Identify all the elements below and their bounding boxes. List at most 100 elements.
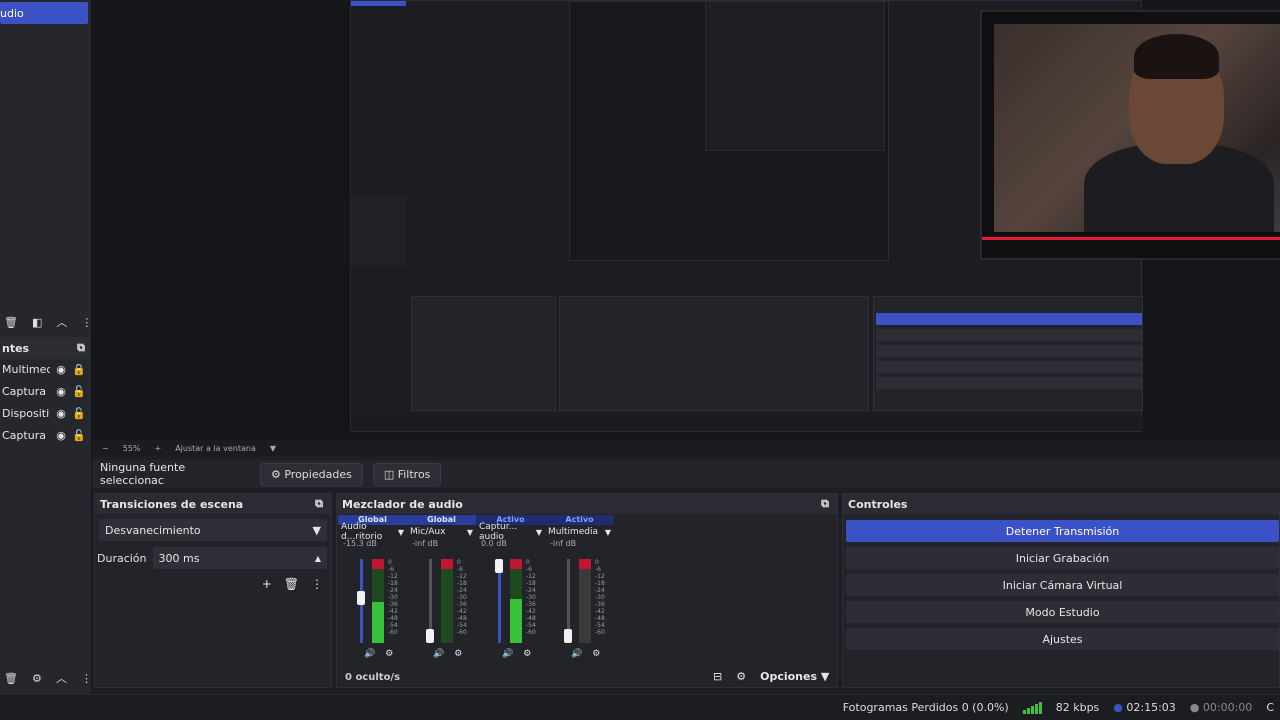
unlock-icon[interactable]: 🔓 [72,429,86,442]
transitions-dock: Transiciones de escena ⧉ Desvanecimiento… [94,493,332,688]
speaker-muted-icon[interactable]: 🔊 [571,649,582,659]
scale-tick: -18 [595,580,605,587]
trash-icon[interactable]: 🗑 [284,577,299,591]
trash-icon[interactable]: 🗑 [4,672,18,685]
mixer-channel: Activo Multimedia ▼ -inf dB 0 -6 -12 -18 -24 -30-… [545,515,614,665]
start-virtual-camera-button[interactable]: Iniciar Cámara Virtual [846,574,1279,596]
properties-button[interactable]: ⚙ Propiedades [260,462,363,486]
channel-name[interactable]: Multimedia ▼ [545,525,614,539]
options-button[interactable]: Opciones ▼ [760,670,829,683]
scale-tick: -24 [457,587,467,594]
sources-title: ntes [2,341,30,355]
volume-fader-knob[interactable] [357,590,365,605]
scale-tick: -36 [595,601,605,608]
level-meter [510,559,522,643]
status-trailing: C [1266,701,1274,714]
channel-db: -inf dB [550,539,577,548]
channel-name[interactable]: Audio d...ritorio ▼ [338,522,407,542]
scale-tick: 0 [595,559,599,566]
channel-name-label: Multimedia [548,527,599,537]
transition-select-value: Desvanecimiento [105,523,201,537]
filter-icon[interactable]: ◧ [32,316,42,329]
monitor-icon[interactable]: ⚙ [523,649,531,659]
zoom-bar: − 55% + Ajustar a la ventana ▼ [92,440,1280,456]
source-row[interactable]: Captura d ◉ 🔓 [2,424,90,446]
source-row[interactable]: Multimed ◉ 🔒 [2,358,90,380]
advanced-audio-icon[interactable]: ⚙ [736,670,746,683]
undock-icon[interactable]: ⧉ [74,341,88,355]
volume-fader-knob[interactable] [564,629,572,643]
stop-stream-button[interactable]: Detener Transmisión [846,520,1279,542]
hidden-count: 0 oculto/s [345,672,401,683]
zoom-out-button[interactable]: − [102,444,109,453]
source-row[interactable]: Dispositiv ◉ 🔓 [2,402,90,424]
zoom-in-button[interactable]: + [154,444,161,453]
transition-select[interactable]: Desvanecimiento ▼ [99,519,327,541]
scale-tick: -60 [595,629,605,636]
more-icon[interactable]: ⋮ [311,577,323,591]
channel-name[interactable]: Mic/Aux ▼ [407,525,476,539]
scale-tick: -24 [388,587,398,594]
eye-icon[interactable]: ◉ [54,407,68,420]
monitor-icon[interactable]: ⚙ [592,649,600,659]
undock-icon[interactable]: ⧉ [312,497,326,511]
scale-tick: -54 [457,622,467,629]
nested-controls [873,296,1143,411]
chevron-down-icon[interactable]: ▼ [467,528,473,537]
duration-row: Duración 300 ms ▲ [97,547,327,569]
scale-tick: -30 [526,594,536,601]
chevron-down-icon: ▼ [312,523,321,537]
chevron-up-icon[interactable]: ︿ [56,314,67,330]
transitions-header: Transiciones de escena ⧉ [95,494,331,514]
volume-fader-knob[interactable] [495,559,503,573]
duration-spinbox[interactable]: 300 ms ▲ [152,547,327,569]
undock-icon[interactable]: ⧉ [818,497,832,511]
studio-mode-button[interactable]: Modo Estudio [846,601,1279,623]
monitor-icon[interactable]: ⚙ [454,649,462,659]
trash-icon[interactable]: 🗑 [4,316,18,329]
monitor-icon[interactable]: ⚙ [385,649,393,659]
scene-item-label: udio [0,7,24,20]
record-time-group: ● 00:00:00 [1190,701,1253,714]
start-recording-button[interactable]: Iniciar Grabación [846,547,1279,569]
preview-canvas[interactable] [92,0,1280,440]
gear-icon[interactable]: ⚙ [32,672,42,685]
meter-scale: 0 -6 -12 -18 -24 -30 -36 -42 -48 -54 -60 [457,559,467,636]
level-meter [441,559,453,643]
scene-toolbar: 🗑 ◧ ︿ ⋮ [0,312,92,332]
signal-bars-icon [1022,701,1042,714]
scale-tick: -48 [595,615,605,622]
spin-arrows-icon[interactable]: ▲ [315,554,321,563]
scale-tick: -6 [595,566,601,573]
chevron-down-icon[interactable]: ▼ [398,528,404,537]
more-icon[interactable]: ⋮ [81,316,92,329]
unlock-icon[interactable]: 🔓 [72,385,86,398]
lock-icon[interactable]: 🔒 [72,363,86,376]
eye-icon[interactable]: ◉ [54,385,68,398]
speaker-icon[interactable]: 🔊 [502,649,513,659]
layout-icon[interactable]: ⊟ [713,670,722,683]
chevron-up-icon[interactable]: ︿ [56,670,67,686]
volume-fader-knob[interactable] [426,629,434,643]
more-icon[interactable]: ⋮ [81,672,92,685]
eye-icon[interactable]: ◉ [54,363,68,376]
unlock-icon[interactable]: 🔓 [72,407,86,420]
filters-button[interactable]: ◫ Filtros [372,462,442,486]
plus-icon[interactable]: + [262,577,272,591]
speaker-icon[interactable]: 🔊 [364,649,375,659]
source-row[interactable]: Captura d ◉ 🔓 [2,380,90,402]
eye-icon[interactable]: ◉ [54,429,68,442]
chevron-down-icon[interactable]: ▼ [536,528,542,537]
chevron-down-icon[interactable]: ▼ [605,528,611,537]
channel-actions: 🔊 ⚙ [364,649,393,659]
zoom-fit-label[interactable]: Ajustar a la ventana [175,444,256,453]
settings-button[interactable]: Ajustes [846,628,1279,650]
speaker-icon[interactable]: 🔊 [433,649,444,659]
chevron-down-icon[interactable]: ▼ [270,444,276,453]
scene-item-selected[interactable]: udio [0,2,88,24]
mixer-header: Mezclador de audio ⧉ [337,494,837,514]
scale-tick: 0 [457,559,461,566]
filters-label: Filtros [397,467,431,481]
channel-name[interactable]: Captur... audio ▼ [476,522,545,542]
scale-tick: -42 [388,608,398,615]
